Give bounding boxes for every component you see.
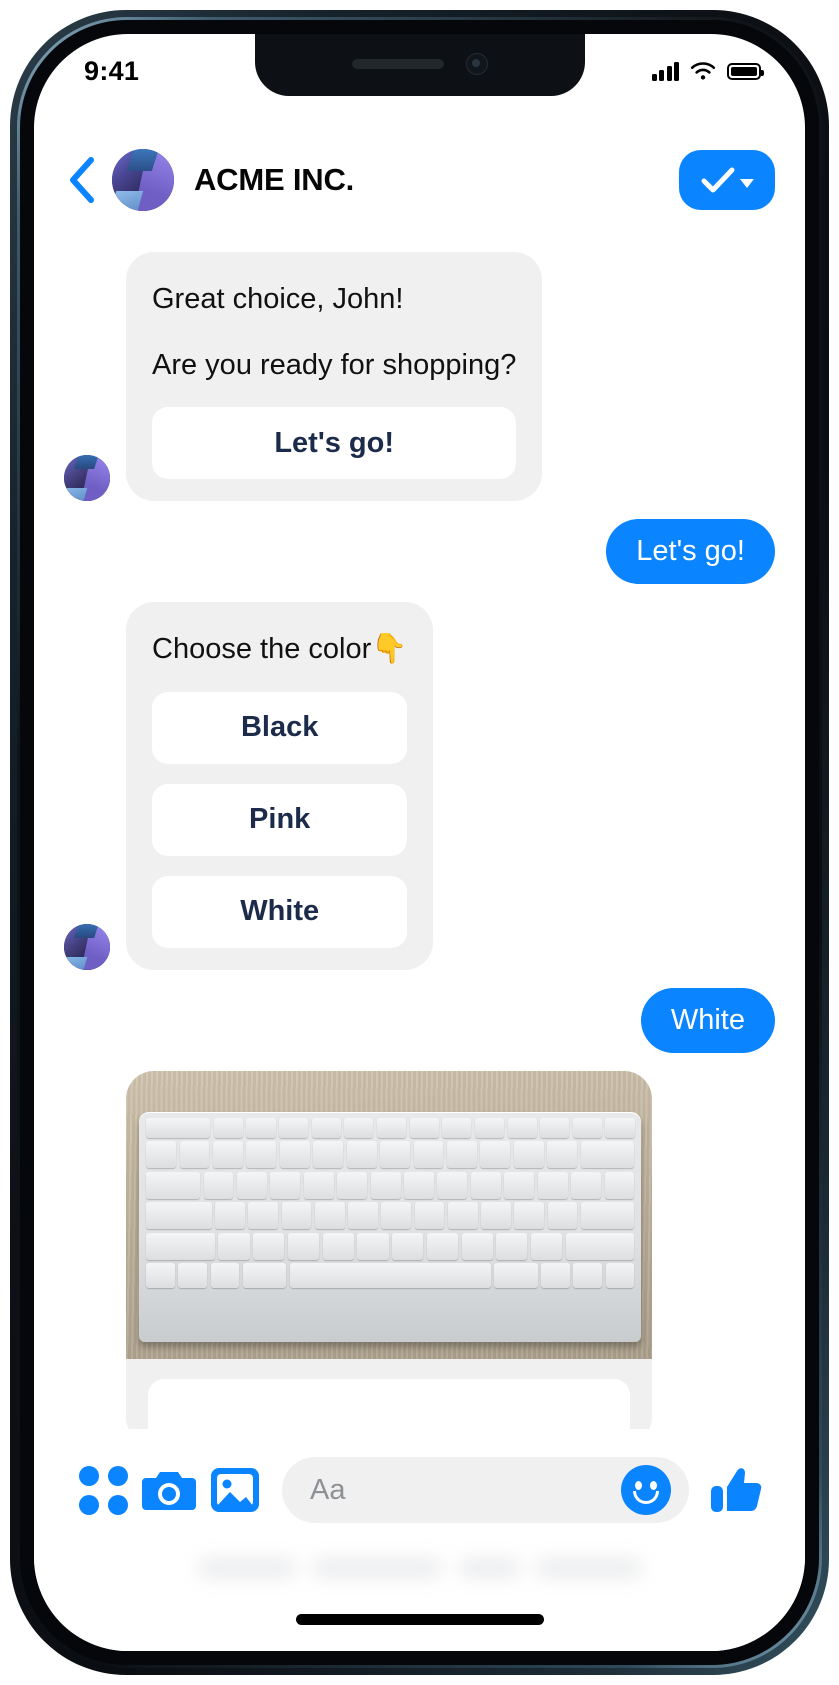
image-gallery-icon[interactable] (202, 1457, 268, 1523)
blurred-text-row (34, 1541, 805, 1595)
user-message-bubble: White (640, 987, 775, 1054)
chat-header: ACME INC. (34, 132, 805, 228)
message-input[interactable]: Aa (282, 1457, 689, 1523)
phone-bezel: 9:41 ACME INC. Great choice, John! Are y… (20, 20, 819, 1665)
composer-bar: Aa (34, 1429, 805, 1651)
message-text: Choose the color👇 (152, 633, 408, 666)
status-time: 9:41 (84, 55, 140, 86)
app-grid-icon[interactable] (70, 1457, 136, 1523)
message-text: Are you ready for shopping? (152, 348, 517, 381)
bot-message-bubble: Choose the color👇 Black Pink White (126, 602, 434, 970)
quick-reply-white[interactable]: White (152, 875, 408, 948)
checkmark-icon (701, 167, 735, 193)
acme-avatar-icon[interactable] (112, 149, 174, 211)
wifi-icon (690, 61, 716, 80)
quick-reply-lets-go[interactable]: Let's go! (152, 407, 517, 479)
front-camera-icon (465, 53, 488, 75)
user-message-bubble: Let's go! (606, 519, 775, 585)
camera-icon[interactable] (136, 1457, 202, 1523)
phone-outer-ring: 9:41 ACME INC. Great choice, John! Are y… (17, 17, 822, 1668)
quick-reply-black[interactable]: Black (152, 691, 408, 764)
product-image-card[interactable] (126, 1071, 652, 1429)
avatar (64, 455, 110, 501)
cellular-signal-icon (651, 61, 679, 81)
avatar (64, 923, 110, 970)
thumbs-up-icon[interactable] (703, 1457, 769, 1523)
notch (254, 34, 585, 96)
checkmark-action-button[interactable] (679, 150, 775, 210)
home-indicator[interactable] (295, 1614, 544, 1625)
phone-frame: 9:41 ACME INC. Great choice, John! Are y… (10, 10, 829, 1675)
phone-screen: 9:41 ACME INC. Great choice, John! Are y… (34, 34, 805, 1651)
status-icons (651, 61, 764, 82)
back-chevron-icon[interactable] (60, 154, 104, 206)
caret-down-icon (740, 178, 754, 188)
earpiece-speaker (351, 59, 444, 69)
message-row-bot: Choose the color👇 Black Pink White (64, 602, 775, 970)
composer-placeholder: Aa (310, 1473, 346, 1506)
message-row-bot: Great choice, John! Are you ready for sh… (64, 252, 775, 501)
composer-toolbar: Aa (34, 1447, 805, 1533)
quick-reply-pink[interactable]: Pink (152, 783, 408, 856)
battery-full-icon (727, 62, 764, 80)
bot-message-bubble: Great choice, John! Are you ready for sh… (126, 252, 543, 501)
image-card-action-button[interactable] (148, 1379, 630, 1429)
conversation-thread[interactable]: Great choice, John! Are you ready for sh… (34, 228, 805, 1429)
page-title: ACME INC. (194, 162, 355, 197)
message-text: Great choice, John! (152, 283, 404, 315)
white-keyboard-photo (126, 1071, 652, 1360)
smiley-face-icon[interactable] (621, 1465, 671, 1515)
message-row-user: Let's go! (64, 519, 775, 585)
message-row-user: White (64, 987, 775, 1054)
